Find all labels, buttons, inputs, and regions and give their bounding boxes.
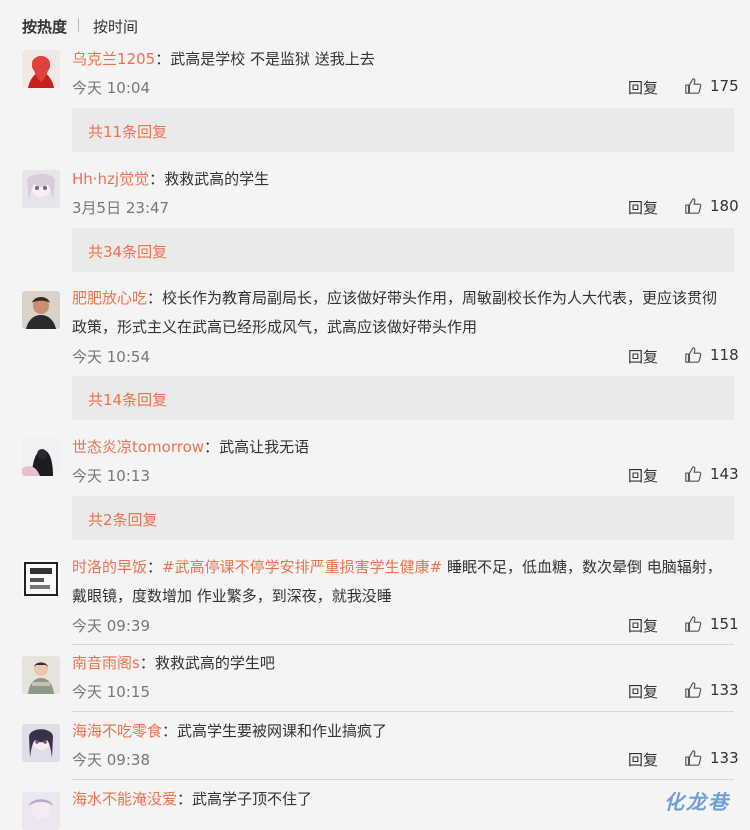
comment-body: 乌克兰1205：武高是学校 不是监狱 送我上去	[72, 50, 375, 68]
reply-button[interactable]: 回复	[628, 681, 658, 702]
thumbs-up-icon	[684, 615, 702, 633]
replies-count-label: 共34条回复	[88, 243, 168, 261]
replies-count-label: 共2条回复	[88, 511, 158, 529]
divider	[72, 644, 734, 645]
comment-text: 武高学生要被网课和作业搞疯了	[177, 722, 388, 740]
reply-button[interactable]: 回复	[628, 615, 658, 636]
reply-button[interactable]: 回复	[628, 465, 658, 486]
reply-button[interactable]: 回复	[628, 77, 658, 98]
comment-text: 武高让我无语	[219, 438, 310, 456]
sort-by-time-tab[interactable]: 按时间	[93, 16, 138, 37]
like-button[interactable]: 175	[684, 77, 739, 95]
avatar[interactable]	[22, 170, 60, 208]
like-count: 175	[710, 77, 739, 95]
thumbs-up-icon	[684, 197, 702, 215]
like-button[interactable]: 133	[684, 681, 739, 699]
comment-time: 今天 10:54	[72, 348, 150, 366]
replies-count-label: 共14条回复	[88, 391, 168, 409]
like-button[interactable]: 180	[684, 197, 739, 215]
like-count: 151	[710, 615, 739, 633]
username[interactable]: 世态炎凉tomorrow	[72, 438, 204, 456]
comment-body: Hh·hzj觉觉：救救武高的学生	[72, 170, 270, 188]
view-replies-button[interactable]: 共11条回复	[72, 108, 734, 152]
username[interactable]: 乌克兰1205	[72, 50, 155, 68]
thumbs-up-icon	[684, 681, 702, 699]
divider	[72, 711, 734, 712]
comment-body: 世态炎凉tomorrow：武高让我无语	[72, 438, 310, 456]
comment-body-continued: 戴眼镜，度数增加 作业繁多，到深夜，就我没睡	[72, 581, 732, 611]
username[interactable]: 南音雨阁s	[72, 654, 140, 672]
avatar[interactable]	[22, 656, 60, 694]
thumbs-up-icon	[684, 749, 702, 767]
reply-button[interactable]: 回复	[628, 346, 658, 367]
avatar[interactable]	[22, 291, 60, 329]
view-replies-button[interactable]: 共2条回复	[72, 496, 734, 540]
thumbs-up-icon	[684, 346, 702, 364]
comment-text: 武高学子顶不住了	[192, 790, 313, 808]
comment-time: 今天 09:38	[72, 751, 150, 769]
like-count: 133	[710, 681, 739, 699]
comment-text: 救救武高的学生吧	[154, 654, 275, 672]
username[interactable]: 时洛的早饭	[72, 558, 147, 576]
avatar[interactable]	[22, 50, 60, 88]
reply-button[interactable]: 回复	[628, 749, 658, 770]
sort-bar: 按热度 按时间	[0, 0, 750, 50]
comment-time: 今天 10:13	[72, 467, 150, 485]
comment-time: 今天 10:15	[72, 683, 150, 701]
like-button[interactable]: 143	[684, 465, 739, 483]
like-button[interactable]: 118	[684, 346, 739, 364]
comment-text: 戴眼镜，度数增加 作业繁多，到深夜，就我没睡	[72, 587, 392, 605]
thumbs-up-icon	[684, 465, 702, 483]
comment-body: 海海不吃零食：武高学生要被网课和作业搞疯了	[72, 722, 388, 740]
comment-text: 武高是学校 不是监狱 送我上去	[170, 50, 375, 68]
reply-button[interactable]: 回复	[628, 197, 658, 218]
view-replies-button[interactable]: 共14条回复	[72, 376, 734, 420]
comment-time: 3月5日 23:47	[72, 199, 170, 217]
watermark-logo: 化龙巷	[664, 790, 730, 814]
comment-time: 今天 10:04	[72, 79, 150, 97]
replies-count-label: 共11条回复	[88, 123, 168, 141]
sort-divider	[78, 18, 79, 32]
view-replies-button[interactable]: 共34条回复	[72, 228, 734, 272]
comment-text: 睡眠不足，低血糖，数次晕倒 电脑辐射，	[442, 558, 722, 576]
comment-body: 肥肥放心吃：校长作为教育局副局长，应该做好带头作用，周敏副校长作为人大代表，更应…	[72, 289, 718, 307]
avatar[interactable]	[22, 438, 60, 476]
avatar[interactable]	[22, 560, 60, 598]
thumbs-up-icon	[684, 77, 702, 95]
like-count: 118	[710, 346, 739, 364]
like-button[interactable]: 151	[684, 615, 739, 633]
divider	[72, 779, 734, 780]
like-count: 180	[710, 197, 739, 215]
like-button[interactable]: 133	[684, 749, 739, 767]
comment-text: 救救武高的学生	[164, 170, 270, 188]
username[interactable]: 海海不吃零食	[72, 722, 162, 740]
comment-text: 校长作为教育局副局长，应该做好带头作用，周敏副校长作为人大代表，更应该贯彻	[162, 289, 718, 307]
avatar[interactable]	[22, 792, 60, 830]
like-count: 133	[710, 749, 739, 767]
comment-text: 政策，形式主义在武高已经形成风气，武高应该做好带头作用	[72, 318, 478, 336]
comment-time: 今天 09:39	[72, 617, 150, 635]
avatar[interactable]	[22, 724, 60, 762]
username[interactable]: Hh·hzj觉觉	[72, 170, 149, 188]
comment-body: 海水不能淹没爱：武高学子顶不住了	[72, 790, 313, 808]
comment-body: 南音雨阁s：救救武高的学生吧	[72, 654, 275, 672]
username[interactable]: 海水不能淹没爱	[72, 790, 177, 808]
like-count: 143	[710, 465, 739, 483]
hashtag-link[interactable]: #武高停课不停学安排严重损害学生健康#	[162, 558, 442, 576]
sort-by-hot-tab[interactable]: 按热度	[22, 16, 67, 37]
comment-body-continued: 政策，形式主义在武高已经形成风气，武高应该做好带头作用	[72, 312, 732, 342]
comment-body: 时洛的早饭：#武高停课不停学安排严重损害学生健康# 睡眠不足，低血糖，数次晕倒 …	[72, 558, 722, 576]
username[interactable]: 肥肥放心吃	[72, 289, 147, 307]
